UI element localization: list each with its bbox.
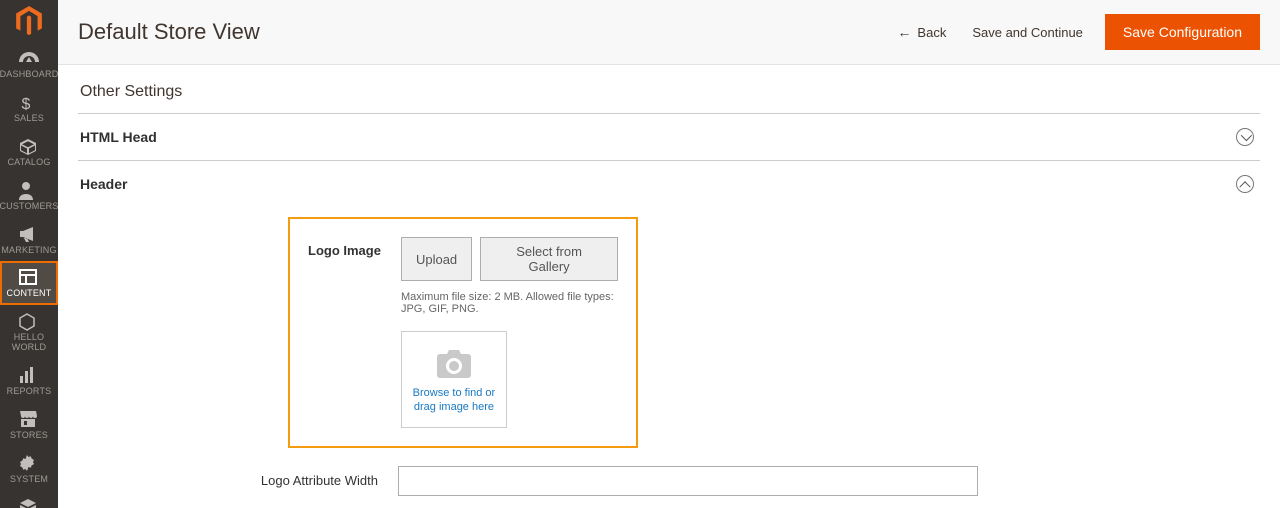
nav-stores[interactable]: STORES (0, 403, 58, 447)
image-dropzone[interactable]: Browse to find or drag image here (401, 331, 507, 428)
layout-icon (19, 269, 39, 287)
accordion-label: HTML Head (80, 129, 157, 145)
nav-system[interactable]: SYSTEM (0, 447, 58, 491)
save-configuration-button[interactable]: Save Configuration (1105, 14, 1260, 50)
logo-image-label: Logo Image (308, 237, 381, 258)
magento-logo[interactable] (7, 6, 51, 36)
row-logo-width: Logo Attribute Width (78, 466, 1260, 496)
nav-content[interactable]: CONTENT (0, 261, 58, 305)
accordion-html-head[interactable]: HTML Head (78, 113, 1260, 160)
nav-label: DASHBOARD (0, 70, 58, 80)
box-icon (19, 138, 39, 156)
nav-customers[interactable]: CUSTOMERS (0, 174, 58, 218)
logo-width-input[interactable] (398, 466, 978, 496)
back-label: Back (917, 25, 946, 40)
bars-icon (19, 367, 39, 385)
svg-text:$: $ (22, 96, 31, 112)
nav-label: HELLO WORLD (0, 333, 58, 353)
nav-reports[interactable]: REPORTS (0, 359, 58, 403)
store-icon (19, 411, 39, 429)
nav-label: SALES (14, 114, 44, 124)
dropzone-text: Browse to find or drag image here (408, 386, 500, 415)
file-hint-text: Maximum file size: 2 MB. Allowed file ty… (401, 291, 618, 315)
dollar-icon: $ (19, 94, 39, 112)
nav-label: SYSTEM (10, 475, 48, 485)
expand-icon (1236, 128, 1254, 146)
hexagon-icon (19, 313, 39, 331)
select-from-gallery-button[interactable]: Select from Gallery (480, 237, 618, 281)
nav-sales[interactable]: $ SALES (0, 86, 58, 130)
logo-width-label: Logo Attribute Width (78, 473, 378, 488)
nav-marketing[interactable]: MARKETING (0, 218, 58, 262)
nav-label: CUSTOMERS (0, 202, 59, 212)
gear-icon (19, 455, 39, 473)
accordion-label: Header (80, 176, 127, 192)
nav-label: CATALOG (7, 158, 50, 168)
main-content: Default Store View ← Back Save and Conti… (58, 0, 1280, 508)
gauge-icon (19, 50, 39, 68)
nav-label: REPORTS (7, 387, 52, 397)
person-icon (19, 182, 39, 200)
camera-icon (408, 350, 500, 378)
nav-extra[interactable] (0, 491, 58, 508)
upload-button[interactable]: Upload (401, 237, 472, 281)
save-continue-button[interactable]: Save and Continue (968, 17, 1087, 48)
save-continue-label: Save and Continue (972, 25, 1083, 40)
top-bar: Default Store View ← Back Save and Conti… (58, 0, 1280, 65)
nav-hello-world[interactable]: HELLO WORLD (0, 305, 58, 359)
chevron-down-icon (1241, 130, 1252, 141)
collapse-icon (1236, 175, 1254, 193)
other-settings-heading: Other Settings (80, 83, 1260, 101)
header-section-body: Logo Image Upload Select from Gallery Ma… (78, 207, 1260, 508)
nav-dashboard[interactable]: DASHBOARD (0, 42, 58, 86)
megaphone-icon (19, 226, 39, 244)
cube-icon (19, 499, 39, 508)
accordion-header[interactable]: Header (78, 160, 1260, 207)
logo-image-highlight: Logo Image Upload Select from Gallery Ma… (288, 217, 638, 448)
nav-label: CONTENT (7, 289, 52, 299)
chevron-up-icon (1239, 181, 1250, 192)
admin-sidebar: DASHBOARD $ SALES CATALOG CUSTOMERS MARK… (0, 0, 58, 508)
nav-label: STORES (10, 431, 48, 441)
content-body: Other Settings HTML Head Header Logo Ima… (58, 65, 1280, 508)
arrow-left-icon: ← (897, 24, 911, 40)
back-button[interactable]: ← Back (893, 16, 950, 48)
nav-catalog[interactable]: CATALOG (0, 130, 58, 174)
topbar-actions: ← Back Save and Continue Save Configurat… (893, 14, 1260, 50)
page-title: Default Store View (78, 19, 260, 45)
nav-label: MARKETING (1, 246, 56, 256)
